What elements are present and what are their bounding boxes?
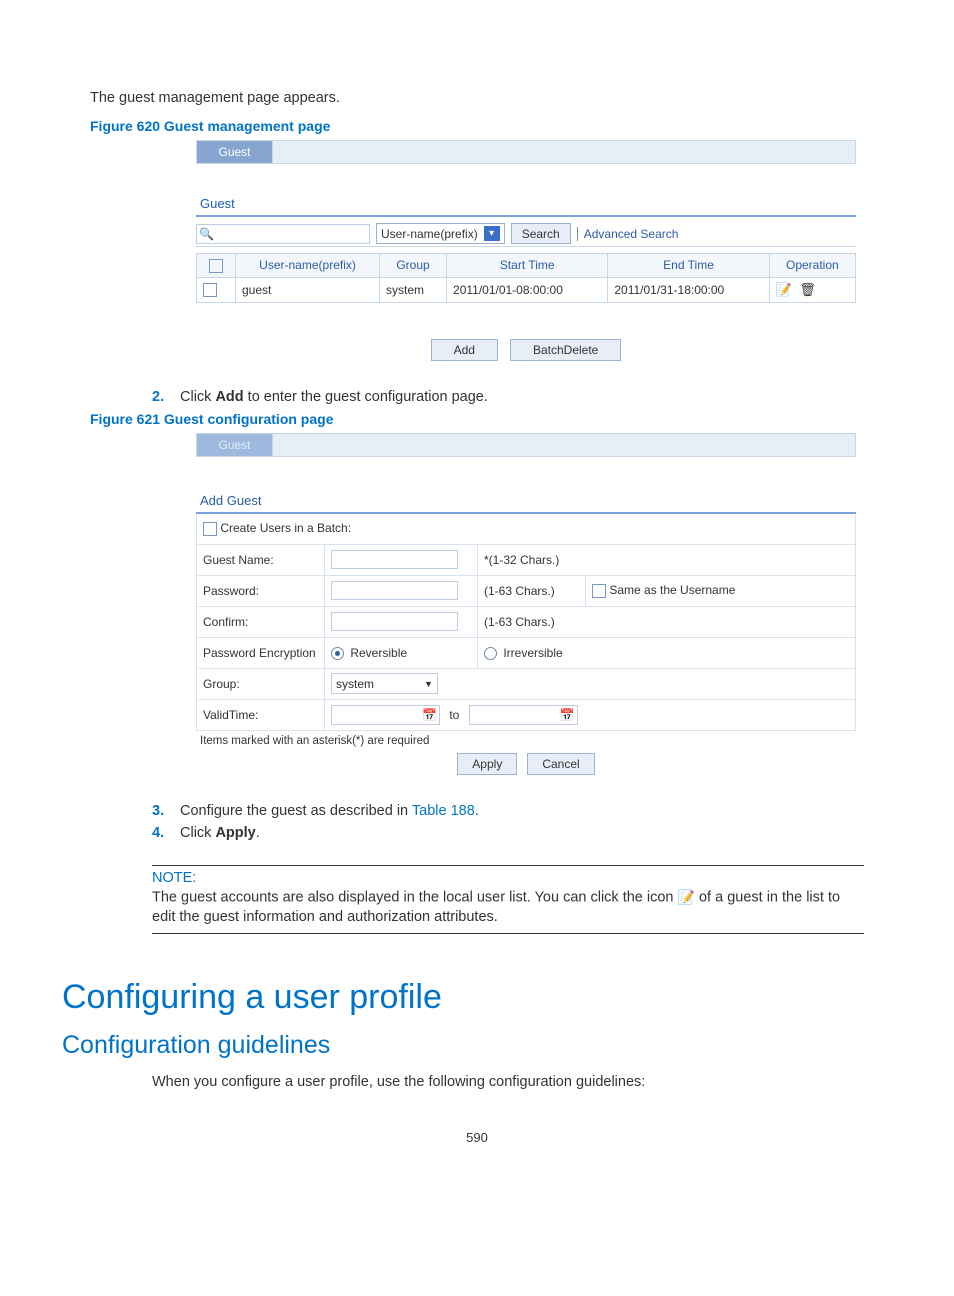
chevron-down-icon: ▾ xyxy=(484,226,500,241)
section-label-guest: Guest xyxy=(200,196,856,211)
hint-confirm: (1-63 Chars.) xyxy=(478,606,856,637)
add-guest-heading: Add Guest xyxy=(200,493,856,508)
calendar-icon: 📅 xyxy=(560,708,575,722)
add-button[interactable]: Add xyxy=(431,339,498,361)
search-bar: 🔍 User-name(prefix) ▾ Search Advanced Se… xyxy=(196,223,856,247)
step-text-b: . xyxy=(475,803,479,819)
table-row: guest system 2011/01/01-08:00:00 2011/01… xyxy=(197,277,856,302)
label-group: Group: xyxy=(197,668,325,699)
guest-form: Create Users in a Batch: Guest Name: *(1… xyxy=(196,512,856,731)
cell-username: guest xyxy=(236,277,380,302)
label-confirm: Confirm: xyxy=(197,606,325,637)
search-field-select[interactable]: User-name(prefix) ▾ xyxy=(376,223,505,244)
group-value: system xyxy=(336,677,374,691)
col-start[interactable]: Start Time xyxy=(447,254,608,278)
step-number: 4. xyxy=(152,825,180,841)
calendar-icon: 📅 xyxy=(422,708,437,722)
figure-621-caption: Figure 621 Guest configuration page xyxy=(90,411,864,427)
h2-configuration-guidelines: Configuration guidelines xyxy=(62,1031,864,1060)
figure-620-caption: Figure 620 Guest management page xyxy=(90,118,864,134)
tabbar: Guest xyxy=(196,140,856,164)
tabbar: Guest xyxy=(196,433,856,457)
same-as-username-label: Same as the Username xyxy=(609,583,735,597)
batch-delete-button[interactable]: BatchDelete xyxy=(510,339,621,361)
edit-icon: 📝 xyxy=(678,889,695,905)
hint-guest-name: *(1-32 Chars.) xyxy=(478,544,856,575)
label-password: Password: xyxy=(197,575,325,606)
tab-guest[interactable]: Guest xyxy=(197,434,273,456)
step-bold: Add xyxy=(215,389,243,405)
required-note: Items marked with an asterisk(*) are req… xyxy=(200,735,856,747)
search-icon: 🔍 xyxy=(199,227,214,241)
group-select[interactable]: system ▼ xyxy=(331,673,438,694)
col-end[interactable]: End Time xyxy=(608,254,769,278)
label-validtime: ValidTime: xyxy=(197,699,325,730)
radio-reversible-label: Reversible xyxy=(350,646,407,660)
label-encryption: Password Encryption xyxy=(197,637,325,668)
step-bold: Apply xyxy=(215,825,255,841)
validtime-end-field[interactable]: 📅 xyxy=(469,705,578,725)
cell-operation: 📝 🗑 xyxy=(769,277,855,302)
apply-button[interactable]: Apply xyxy=(457,753,517,775)
step-text: Click xyxy=(180,825,215,841)
step-number: 3. xyxy=(152,803,180,819)
step-2: 2. Click Add to enter the guest configur… xyxy=(152,389,864,405)
tab-guest[interactable]: Guest xyxy=(197,141,273,163)
step-text: Click xyxy=(180,389,215,405)
cell-end: 2011/01/31-18:00:00 xyxy=(608,277,769,302)
cancel-button[interactable]: Cancel xyxy=(527,753,594,775)
intro-text: The guest management page appears. xyxy=(90,90,864,106)
note-label: NOTE: xyxy=(152,870,864,886)
cell-start: 2011/01/01-08:00:00 xyxy=(447,277,608,302)
delete-icon[interactable]: 🗑 xyxy=(799,282,816,298)
label-guest-name: Guest Name: xyxy=(197,544,325,575)
guest-table: User-name(prefix) Group Start Time End T… xyxy=(196,253,856,303)
h1-configuring-user-profile: Configuring a user profile xyxy=(62,978,864,1017)
col-username[interactable]: User-name(prefix) xyxy=(236,254,380,278)
figure-620: Guest Guest 🔍 User-name(prefix) ▾ Search… xyxy=(196,140,856,361)
row-checkbox[interactable] xyxy=(203,283,217,297)
figure-621: Guest Add Guest Create Users in a Batch:… xyxy=(196,433,856,775)
step-text: Configure the guest as described in xyxy=(180,803,412,819)
col-group[interactable]: Group xyxy=(380,254,447,278)
batch-checkbox[interactable] xyxy=(203,522,217,536)
select-label: User-name(prefix) xyxy=(381,227,478,241)
select-all-checkbox[interactable] xyxy=(209,259,223,273)
chevron-down-icon: ▼ xyxy=(424,679,433,689)
radio-irreversible[interactable] xyxy=(484,647,497,660)
cell-group: system xyxy=(380,277,447,302)
col-operation: Operation xyxy=(769,254,855,278)
guest-name-field[interactable] xyxy=(331,550,458,569)
step-text-b: . xyxy=(256,825,260,841)
table-header: User-name(prefix) Group Start Time End T… xyxy=(197,254,856,278)
radio-reversible[interactable] xyxy=(331,647,344,660)
step-3: 3. Configure the guest as described in T… xyxy=(152,803,864,819)
same-as-username-checkbox[interactable] xyxy=(592,584,606,598)
batch-label: Create Users in a Batch: xyxy=(220,521,351,535)
password-field[interactable] xyxy=(331,581,458,600)
search-button[interactable]: Search xyxy=(511,223,571,244)
step-4: 4. Click Apply. xyxy=(152,825,864,841)
edit-icon[interactable]: 📝 xyxy=(776,282,792,298)
table-188-link[interactable]: Table 188 xyxy=(412,803,475,819)
guideline-intro: When you configure a user profile, use t… xyxy=(152,1074,864,1090)
note-block: NOTE: The guest accounts are also displa… xyxy=(152,865,864,934)
step-text-b: to enter the guest configuration page. xyxy=(244,389,488,405)
to-label: to xyxy=(449,708,459,722)
radio-irreversible-label: Irreversible xyxy=(503,646,562,660)
search-input[interactable]: 🔍 xyxy=(196,224,370,244)
advanced-search-link[interactable]: Advanced Search xyxy=(577,227,679,241)
step-number: 2. xyxy=(152,389,180,405)
page-number: 590 xyxy=(90,1130,864,1145)
validtime-start-field[interactable]: 📅 xyxy=(331,705,440,725)
note-text-a: The guest accounts are also displayed in… xyxy=(152,889,678,905)
hint-password: (1-63 Chars.) xyxy=(478,575,586,606)
confirm-field[interactable] xyxy=(331,612,458,631)
